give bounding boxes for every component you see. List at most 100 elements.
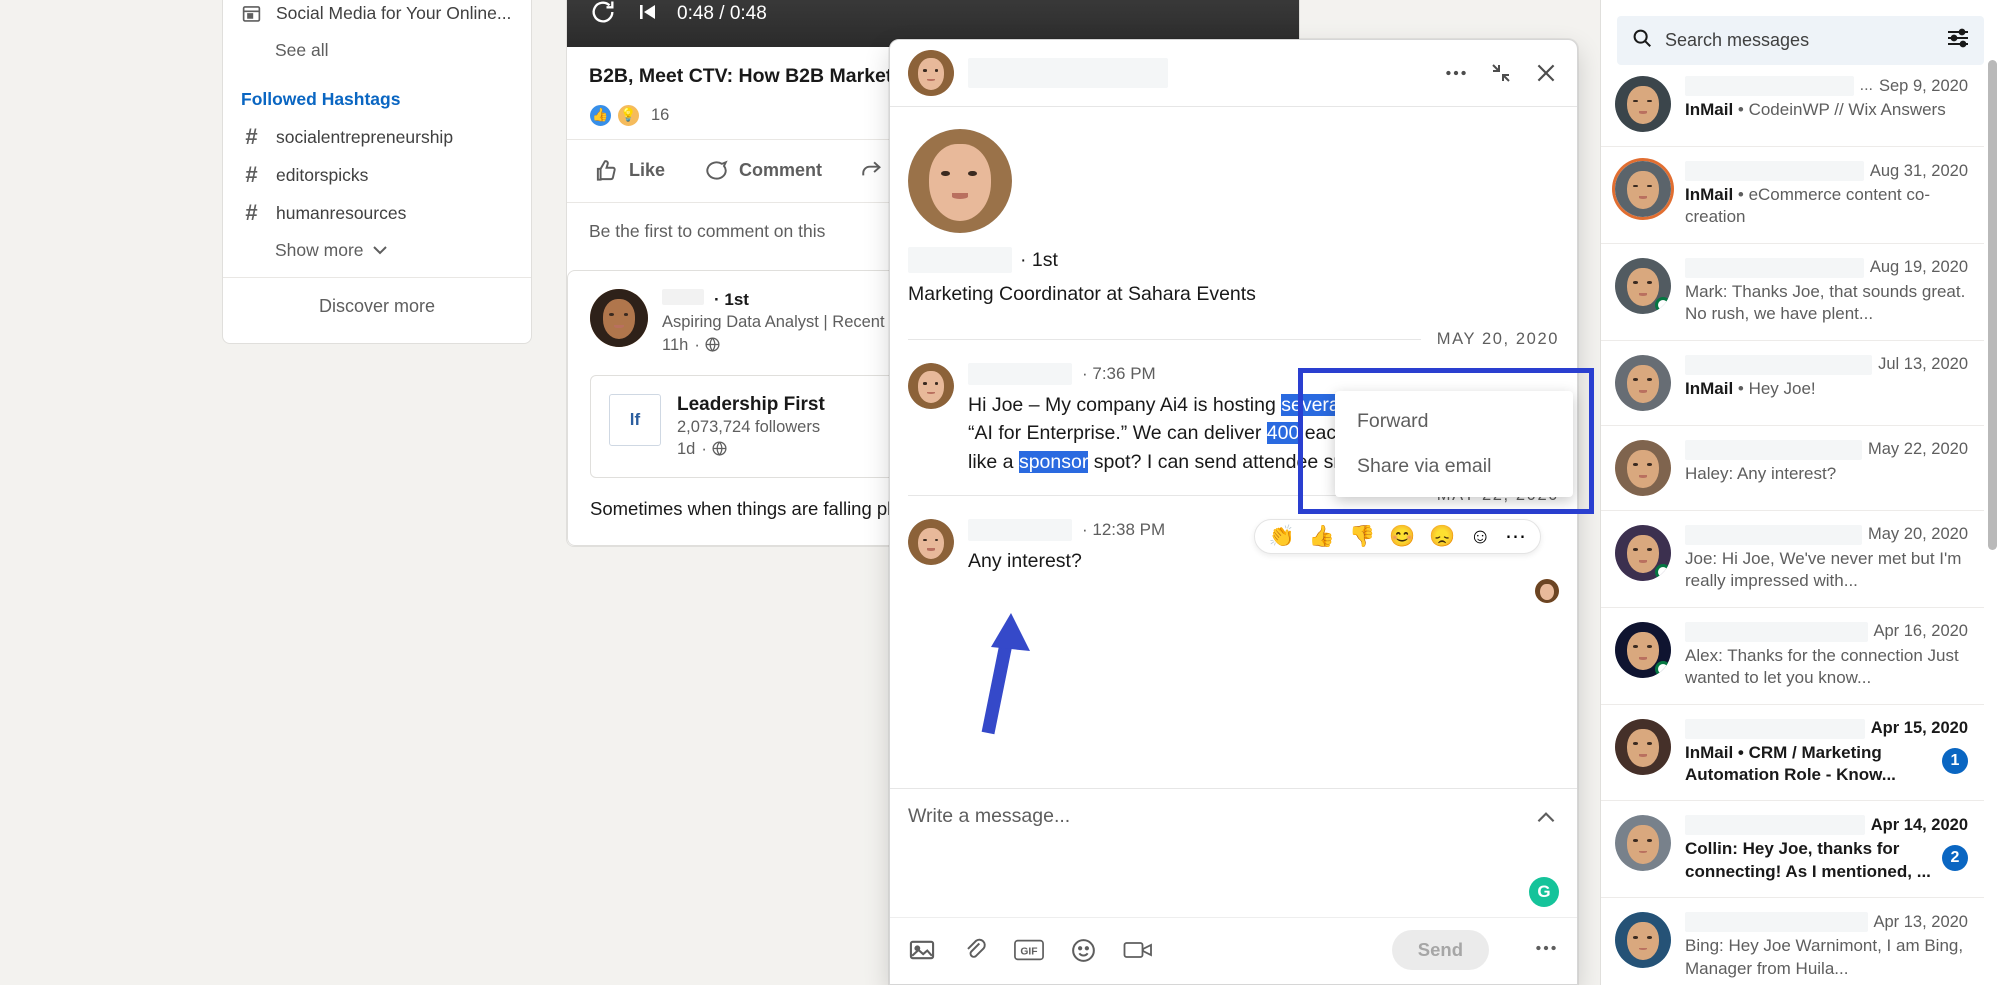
minimize-icon[interactable] bbox=[1489, 61, 1513, 85]
search-icon bbox=[1631, 27, 1653, 54]
more-options-icon[interactable] bbox=[1443, 60, 1469, 86]
reaction-count: 16 bbox=[651, 106, 669, 125]
conversation-date: Aug 19, 2020 bbox=[1870, 258, 1968, 277]
conversation-snippet: Haley: Any interest? bbox=[1685, 463, 1968, 485]
send-button[interactable]: Send bbox=[1392, 930, 1489, 970]
chevron-down-icon bbox=[372, 240, 388, 261]
avatar[interactable] bbox=[1615, 622, 1671, 678]
smile-icon[interactable]: 😊 bbox=[1389, 526, 1415, 547]
conversation-date: Apr 13, 2020 bbox=[1874, 913, 1969, 932]
conversation-date: May 20, 2020 bbox=[1868, 525, 1968, 544]
visibility-icon: · bbox=[694, 336, 721, 355]
video-icon[interactable] bbox=[1123, 938, 1153, 962]
annotation-arrow bbox=[955, 595, 1035, 740]
menu-item-forward[interactable]: Forward bbox=[1335, 399, 1573, 444]
sidebar-event-0[interactable]: Social Media for Your Online... bbox=[223, 0, 531, 32]
conversation-item[interactable]: Apr 16, 2020 Alex: Thanks for the connec… bbox=[1601, 608, 1984, 705]
post-time: 11h bbox=[662, 336, 688, 355]
profile-degree: · 1st bbox=[1020, 249, 1058, 272]
seen-avatar bbox=[1535, 579, 1559, 603]
conversation-snippet: InMail • Hey Joe! bbox=[1685, 378, 1968, 400]
profile-avatar[interactable] bbox=[908, 129, 1012, 233]
contact-name-redacted bbox=[1685, 719, 1865, 739]
online-presence-indicator bbox=[1655, 297, 1671, 313]
replay-icon[interactable] bbox=[589, 0, 617, 31]
hashtags-heading-row: Followed Hashtags bbox=[223, 69, 531, 118]
message-input[interactable]: Write a message... bbox=[908, 805, 1533, 828]
sidebar-hashtag-0[interactable]: # socialentrepreneurship bbox=[223, 118, 531, 156]
image-icon[interactable] bbox=[908, 936, 936, 964]
conversation-list[interactable]: ... Sep 9, 2020 InMail • CodeinWP // Wix… bbox=[1601, 62, 1984, 985]
svg-text:GIF: GIF bbox=[1020, 947, 1037, 958]
conversation-item[interactable]: May 22, 2020 Haley: Any interest? bbox=[1601, 426, 1984, 511]
conversation-item[interactable]: Apr 15, 2020 InMail • CRM / Marketing Au… bbox=[1601, 705, 1984, 802]
conversation-snippet: Collin: Hey Joe, thanks for connecting! … bbox=[1685, 838, 1968, 883]
conversation-snippet: Joe: Hi Joe, We've never met but I'm rea… bbox=[1685, 548, 1968, 593]
inmail-badge: InMail bbox=[1685, 379, 1733, 398]
conversation-date: Apr 14, 2020 bbox=[1871, 816, 1968, 835]
compose-more-icon[interactable] bbox=[1533, 935, 1559, 966]
message-context-menu[interactable]: Forward Share via email bbox=[1335, 391, 1573, 497]
search-messages-box[interactable]: Search messages bbox=[1617, 16, 1984, 65]
sidebar-item-label: editorspicks bbox=[276, 165, 368, 186]
avatar[interactable] bbox=[1615, 76, 1671, 132]
contact-name-redacted bbox=[1685, 525, 1862, 545]
conversation-item[interactable]: Jul 13, 2020 InMail • Hey Joe! bbox=[1601, 341, 1984, 426]
avatar[interactable] bbox=[590, 289, 648, 347]
search-input[interactable]: Search messages bbox=[1665, 30, 1934, 51]
avatar bbox=[908, 50, 954, 96]
sender-name-redacted bbox=[968, 363, 1072, 385]
close-icon[interactable] bbox=[1533, 60, 1559, 86]
discover-more-button[interactable]: Discover more bbox=[223, 277, 531, 333]
comment-button[interactable]: Comment bbox=[687, 146, 838, 196]
gif-icon[interactable]: GIF bbox=[1014, 939, 1044, 961]
clap-icon[interactable]: 👏 bbox=[1269, 526, 1295, 547]
frown-icon[interactable]: 😞 bbox=[1429, 526, 1455, 547]
avatar[interactable] bbox=[1615, 719, 1671, 775]
reaction-bar[interactable]: 👏 👍 👎 😊 😞 ☺ ⋯ bbox=[1254, 519, 1541, 554]
emoji-icon[interactable] bbox=[1070, 937, 1097, 964]
conversation-item[interactable]: Apr 14, 2020 Collin: Hey Joe, thanks for… bbox=[1601, 801, 1984, 898]
conversation-item[interactable]: Aug 19, 2020 Mark: Thanks Joe, that soun… bbox=[1601, 244, 1984, 341]
page-name: Leadership First bbox=[677, 394, 825, 416]
thumbs-down-icon[interactable]: 👎 bbox=[1349, 526, 1375, 547]
attachment-icon[interactable] bbox=[962, 937, 988, 963]
left-sidebar: Social Media for Your Online... Freelanc… bbox=[0, 0, 560, 985]
hashtags-show-more[interactable]: Show more bbox=[223, 232, 531, 269]
profile-headline: Marketing Coordinator at Sahara Events bbox=[908, 283, 1559, 306]
avatar[interactable] bbox=[1615, 440, 1671, 496]
avatar[interactable] bbox=[1615, 355, 1671, 411]
sidebar-hashtag-2[interactable]: # humanresources bbox=[223, 194, 531, 232]
scrollbar-thumb[interactable] bbox=[1988, 60, 1997, 550]
message-window-header bbox=[890, 40, 1577, 107]
hashtag-icon: # bbox=[241, 202, 262, 224]
avatar bbox=[908, 363, 954, 409]
avatar[interactable] bbox=[1615, 258, 1671, 314]
conversation-item[interactable]: Aug 31, 2020 InMail • eCommerce content … bbox=[1601, 147, 1984, 244]
message-text: Hi Joe – My company Ai4 is hosting bbox=[968, 394, 1281, 416]
hashtag-icon: # bbox=[241, 126, 262, 148]
conversation-item[interactable]: Apr 13, 2020 Bing: Hey Joe Warnimont, I … bbox=[1601, 898, 1984, 985]
like-button[interactable]: Like bbox=[577, 146, 681, 196]
message-more-icon[interactable]: ⋯ bbox=[1505, 526, 1526, 547]
menu-item-share-via-email[interactable]: Share via email bbox=[1335, 444, 1573, 489]
previous-icon[interactable] bbox=[635, 0, 659, 29]
avatar[interactable] bbox=[1615, 161, 1671, 217]
chevron-up-icon[interactable] bbox=[1533, 805, 1559, 831]
conversation-item[interactable]: May 20, 2020 Joe: Hi Joe, We've never me… bbox=[1601, 511, 1984, 608]
grammarly-icon[interactable]: G bbox=[1529, 877, 1559, 907]
sidebar-item-label: socialentrepreneurship bbox=[276, 127, 453, 148]
conversation-snippet: Bing: Hey Joe Warnimont, I am Bing, Mana… bbox=[1685, 935, 1968, 980]
events-see-all[interactable]: See all bbox=[223, 32, 531, 69]
avatar[interactable] bbox=[1615, 525, 1671, 581]
sidebar-hashtag-1[interactable]: # editorspicks bbox=[223, 156, 531, 194]
avatar[interactable] bbox=[1615, 912, 1671, 968]
thumbs-up-icon[interactable]: 👍 bbox=[1309, 526, 1335, 547]
conversation-item[interactable]: ... Sep 9, 2020 InMail • CodeinWP // Wix… bbox=[1601, 62, 1984, 147]
emoji-picker-icon[interactable]: ☺ bbox=[1470, 526, 1491, 547]
message-timestamp: · 12:38 PM bbox=[1082, 520, 1165, 540]
conversation-snippet: InMail • CodeinWP // Wix Answers bbox=[1685, 99, 1968, 121]
filter-icon[interactable] bbox=[1946, 28, 1970, 53]
conversation-snippet: Mark: Thanks Joe, that sounds great. No … bbox=[1685, 281, 1968, 326]
avatar[interactable] bbox=[1615, 815, 1671, 871]
